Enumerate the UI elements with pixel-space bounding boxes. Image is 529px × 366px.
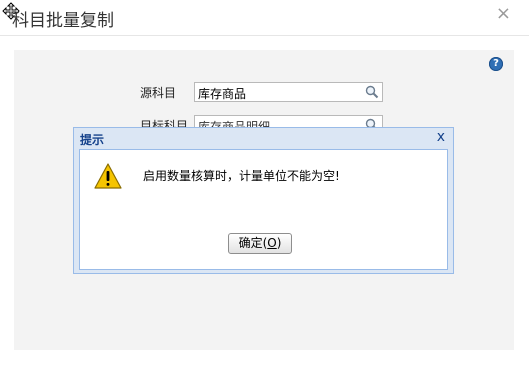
ok-button-hotkey: O — [267, 236, 277, 250]
source-subject-field[interactable]: 库存商品 — [194, 82, 383, 102]
ok-button-label-end: ) — [276, 236, 282, 250]
title-divider — [0, 35, 529, 36]
ok-button[interactable]: 确定(O) — [228, 233, 292, 254]
dialog-header[interactable]: 提示 x — [74, 128, 453, 148]
warning-icon — [94, 163, 122, 189]
dialog-message: 启用数量核算时，计量单位不能为空! — [143, 169, 340, 183]
alert-dialog: 提示 x 启用数量核算时，计量单位不能为空! 确定(O) — [73, 127, 454, 274]
dialog-close-button[interactable]: x — [437, 129, 445, 145]
ok-button-label: 确定( — [238, 236, 268, 250]
window-close-button[interactable]: × — [496, 5, 511, 23]
window-title: 科目批量复制 — [12, 11, 114, 31]
search-icon[interactable] — [365, 85, 379, 99]
source-subject-label: 源科目 — [140, 86, 177, 100]
help-icon[interactable]: ? — [489, 57, 503, 71]
dialog-title: 提示 — [80, 133, 105, 147]
dialog-body: 启用数量核算时，计量单位不能为空! 确定(O) — [79, 149, 448, 270]
source-subject-value: 库存商品 — [198, 87, 247, 101]
